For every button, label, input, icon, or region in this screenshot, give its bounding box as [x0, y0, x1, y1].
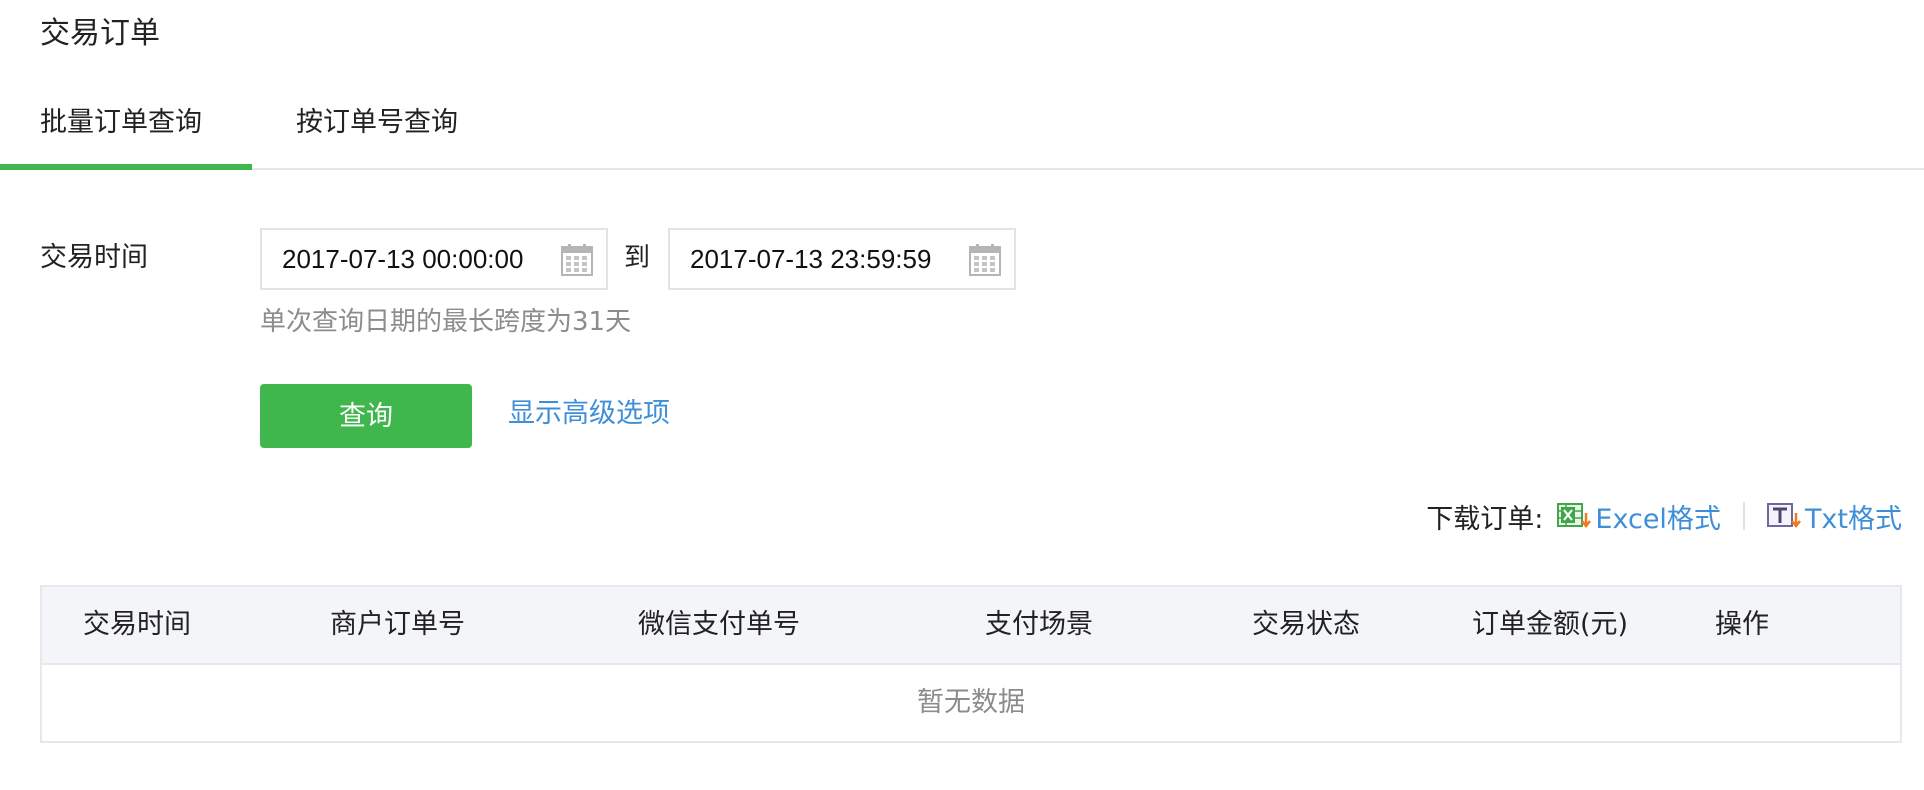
calendar-icon[interactable]	[560, 243, 594, 277]
table-header: 交易时间 商户订单号 微信支付单号 支付场景 交易状态 订单金额(元) 操作	[42, 587, 1900, 665]
download-txt-label: Txt格式	[1804, 503, 1902, 535]
download-excel-label: Excel格式	[1595, 503, 1721, 535]
active-tab-indicator	[0, 164, 252, 170]
column-header-wechat-pay-no: 微信支付单号	[638, 609, 800, 640]
show-advanced-options-link[interactable]: 显示高级选项	[508, 392, 670, 436]
column-header-trade-status: 交易状态	[1252, 609, 1360, 640]
tab-order-number-query[interactable]: 按订单号查询	[296, 98, 458, 168]
tab-order-number-query-label: 按订单号查询	[296, 107, 458, 138]
start-time-input[interactable]: 2017-07-13 00:00:00	[260, 228, 608, 290]
table-empty-state: 暂无数据	[917, 687, 1025, 718]
excel-download-icon	[1557, 503, 1592, 529]
download-divider	[1742, 502, 1745, 530]
orders-table: 交易时间 商户订单号 微信支付单号 支付场景 交易状态 订单金额(元) 操作 暂…	[40, 585, 1902, 743]
page-title: 交易订单	[40, 16, 160, 51]
start-time-value: 2017-07-13 00:00:00	[282, 244, 524, 274]
tab-bar: 批量订单查询 按订单号查询	[0, 98, 1924, 170]
column-header-merchant-order-no: 商户订单号	[330, 609, 465, 640]
download-excel-link[interactable]: Excel格式	[1557, 497, 1721, 536]
download-orders-label: 下载订单:	[1426, 503, 1544, 535]
column-header-actions: 操作	[1715, 609, 1769, 640]
column-header-trade-time: 交易时间	[83, 609, 191, 640]
tab-batch-query-label: 批量订单查询	[40, 107, 202, 138]
trade-time-label: 交易时间	[40, 242, 148, 273]
end-time-input[interactable]: 2017-07-13 23:59:59	[668, 228, 1016, 290]
date-range-hint: 单次查询日期的最长跨度为31天	[260, 307, 632, 337]
column-header-pay-scene: 支付场景	[985, 609, 1093, 640]
trade-orders-page: 交易订单 批量订单查询 按订单号查询 交易时间 2017-07-13 00:00…	[0, 0, 1924, 790]
download-txt-link[interactable]: Txt格式	[1766, 497, 1902, 536]
column-header-order-amount: 订单金额(元)	[1472, 609, 1629, 640]
download-orders: 下载订单: Excel格式 Txt格式	[1426, 494, 1902, 538]
query-button[interactable]: 查询	[260, 384, 472, 448]
calendar-icon[interactable]	[968, 243, 1002, 277]
end-time-value: 2017-07-13 23:59:59	[690, 244, 932, 274]
range-to-label: 到	[624, 243, 651, 273]
txt-download-icon	[1766, 503, 1801, 529]
tab-batch-query[interactable]: 批量订单查询	[0, 98, 252, 170]
